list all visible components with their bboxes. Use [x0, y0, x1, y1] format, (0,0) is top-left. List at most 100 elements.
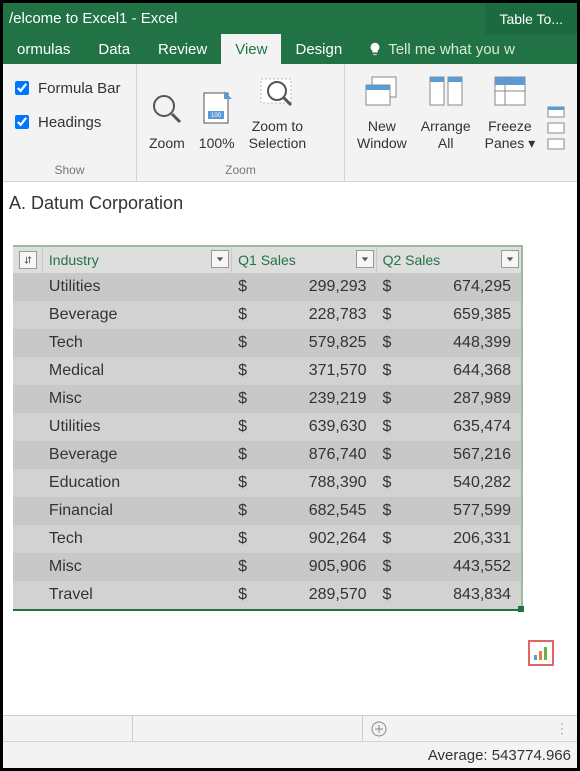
- formula-bar-checkbox[interactable]: Formula Bar: [11, 78, 128, 98]
- cell-industry[interactable]: Medical: [43, 357, 232, 385]
- table-row[interactable]: Tech$579,825$448,399: [13, 329, 521, 357]
- table-row[interactable]: Medical$371,570$644,368: [13, 357, 521, 385]
- formula-bar-check-input[interactable]: [15, 81, 29, 95]
- quick-analysis-button[interactable]: [528, 640, 554, 666]
- svg-text:100: 100: [211, 113, 222, 119]
- data-table[interactable]: Industry Q1 Sales Q2 Sales Utilities$299…: [13, 245, 523, 611]
- sheet-nav-area[interactable]: [3, 716, 133, 741]
- cell-q1-value[interactable]: 371,570: [256, 357, 377, 385]
- zoom-100-button[interactable]: 100 100%: [195, 68, 239, 152]
- cell-q2-value[interactable]: 206,331: [400, 525, 521, 553]
- cell-q2-value[interactable]: 644,368: [400, 357, 521, 385]
- arrange-all-icon: [428, 68, 464, 116]
- cell-q1-value[interactable]: 289,570: [256, 581, 377, 609]
- cell-q1-currency: $: [232, 553, 256, 581]
- table-row[interactable]: Education$788,390$540,282: [13, 469, 521, 497]
- sheet-tabs-area[interactable]: [133, 716, 363, 741]
- tell-me-search[interactable]: Tell me what you w: [356, 34, 515, 64]
- cell-q1-value[interactable]: 299,293: [256, 273, 377, 301]
- headings-checkbox[interactable]: Headings: [11, 112, 128, 132]
- zoom-to-selection-button[interactable]: Zoom to Selection: [245, 68, 311, 152]
- cell-q1-value[interactable]: 239,219: [256, 385, 377, 413]
- tab-formulas[interactable]: ormulas: [3, 34, 84, 64]
- cell-industry[interactable]: Tech: [43, 525, 232, 553]
- ribbon-tabs: ormulas Data Review View Design Tell me …: [3, 34, 577, 64]
- cell-q1-value[interactable]: 639,630: [256, 413, 377, 441]
- cell-q2-value[interactable]: 577,599: [400, 497, 521, 525]
- table-row[interactable]: Misc$239,219$287,989: [13, 385, 521, 413]
- table-row[interactable]: Tech$902,264$206,331: [13, 525, 521, 553]
- cell-q2-value[interactable]: 443,552: [400, 553, 521, 581]
- table-row[interactable]: Utilities$639,630$635,474: [13, 413, 521, 441]
- group-label-show: Show: [11, 163, 128, 179]
- filter-dropdown-icon[interactable]: [211, 250, 229, 268]
- cell-q2-currency: $: [377, 553, 401, 581]
- cell-industry[interactable]: Education: [43, 469, 232, 497]
- sort-icon: [19, 251, 37, 269]
- header-industry[interactable]: Industry: [43, 247, 232, 273]
- cell-q1-currency: $: [232, 329, 256, 357]
- table-row[interactable]: Travel$289,570$843,834: [13, 581, 521, 609]
- cell-q2-currency: $: [377, 357, 401, 385]
- new-window-icon: [362, 68, 402, 116]
- cell-q1-value[interactable]: 902,264: [256, 525, 377, 553]
- filter-dropdown-icon[interactable]: [501, 250, 519, 268]
- zoom-button[interactable]: Zoom: [145, 68, 189, 152]
- cell-q2-value[interactable]: 635,474: [400, 413, 521, 441]
- cell-q2-currency: $: [377, 581, 401, 609]
- cell-q2-value[interactable]: 659,385: [400, 301, 521, 329]
- cell-q2-value[interactable]: 567,216: [400, 441, 521, 469]
- cell-industry[interactable]: Utilities: [43, 413, 232, 441]
- table-row[interactable]: Financial$682,545$577,599: [13, 497, 521, 525]
- table-row[interactable]: Beverage$228,783$659,385: [13, 301, 521, 329]
- cell-q1-value[interactable]: 788,390: [256, 469, 377, 497]
- status-bar: Average: 543774.966: [3, 741, 577, 768]
- cell-q2-value[interactable]: 448,399: [400, 329, 521, 357]
- cell-industry[interactable]: Misc: [43, 553, 232, 581]
- worksheet-area: A. Datum Corporation Industry Q1 Sales: [3, 185, 577, 768]
- tab-data[interactable]: Data: [84, 34, 144, 64]
- cell-industry[interactable]: Beverage: [43, 301, 232, 329]
- row-gutter: [13, 329, 43, 357]
- filter-dropdown-icon[interactable]: [356, 250, 374, 268]
- tab-design[interactable]: Design: [281, 34, 356, 64]
- freeze-panes-button[interactable]: Freeze Panes ▾: [481, 68, 540, 152]
- name-box-value[interactable]: A. Datum Corporation: [3, 185, 577, 222]
- sheet-bar-options-icon[interactable]: ⋮: [555, 720, 577, 737]
- cell-industry[interactable]: Misc: [43, 385, 232, 413]
- fill-handle[interactable]: [518, 606, 524, 612]
- tab-review[interactable]: Review: [144, 34, 221, 64]
- window-more-icons[interactable]: [545, 68, 567, 152]
- new-window-button[interactable]: New Window: [353, 68, 411, 152]
- cell-q1-value[interactable]: 682,545: [256, 497, 377, 525]
- cell-industry[interactable]: Beverage: [43, 441, 232, 469]
- excel-window: /elcome to Excel1 - Excel Table To... or…: [0, 0, 580, 771]
- tab-view[interactable]: View: [221, 34, 281, 64]
- header-q1-sales[interactable]: Q1 Sales: [232, 247, 376, 273]
- cell-industry[interactable]: Utilities: [43, 273, 232, 301]
- row-gutter: [13, 553, 43, 581]
- cell-q2-value[interactable]: 674,295: [400, 273, 521, 301]
- cell-industry[interactable]: Travel: [43, 581, 232, 609]
- header-q2-sales[interactable]: Q2 Sales: [377, 247, 521, 273]
- cell-q1-currency: $: [232, 469, 256, 497]
- cell-industry[interactable]: Tech: [43, 329, 232, 357]
- headings-check-input[interactable]: [15, 115, 29, 129]
- cell-q2-value[interactable]: 287,989: [400, 385, 521, 413]
- cell-q1-value[interactable]: 905,906: [256, 553, 377, 581]
- cell-q2-value[interactable]: 540,282: [400, 469, 521, 497]
- cell-q1-currency: $: [232, 357, 256, 385]
- cell-q1-value[interactable]: 228,783: [256, 301, 377, 329]
- cell-q1-value[interactable]: 876,740: [256, 441, 377, 469]
- table-tools-label: Table To...: [499, 11, 563, 27]
- arrange-all-button[interactable]: Arrange All: [417, 68, 475, 152]
- cell-q1-value[interactable]: 579,825: [256, 329, 377, 357]
- table-header-row: Industry Q1 Sales Q2 Sales: [13, 247, 521, 273]
- cell-industry[interactable]: Financial: [43, 497, 232, 525]
- cell-q2-value[interactable]: 843,834: [400, 581, 521, 609]
- table-row[interactable]: Utilities$299,293$674,295: [13, 273, 521, 301]
- row-sort-indicator[interactable]: [13, 247, 43, 273]
- new-sheet-button[interactable]: [363, 721, 395, 737]
- table-row[interactable]: Beverage$876,740$567,216: [13, 441, 521, 469]
- table-row[interactable]: Misc$905,906$443,552: [13, 553, 521, 581]
